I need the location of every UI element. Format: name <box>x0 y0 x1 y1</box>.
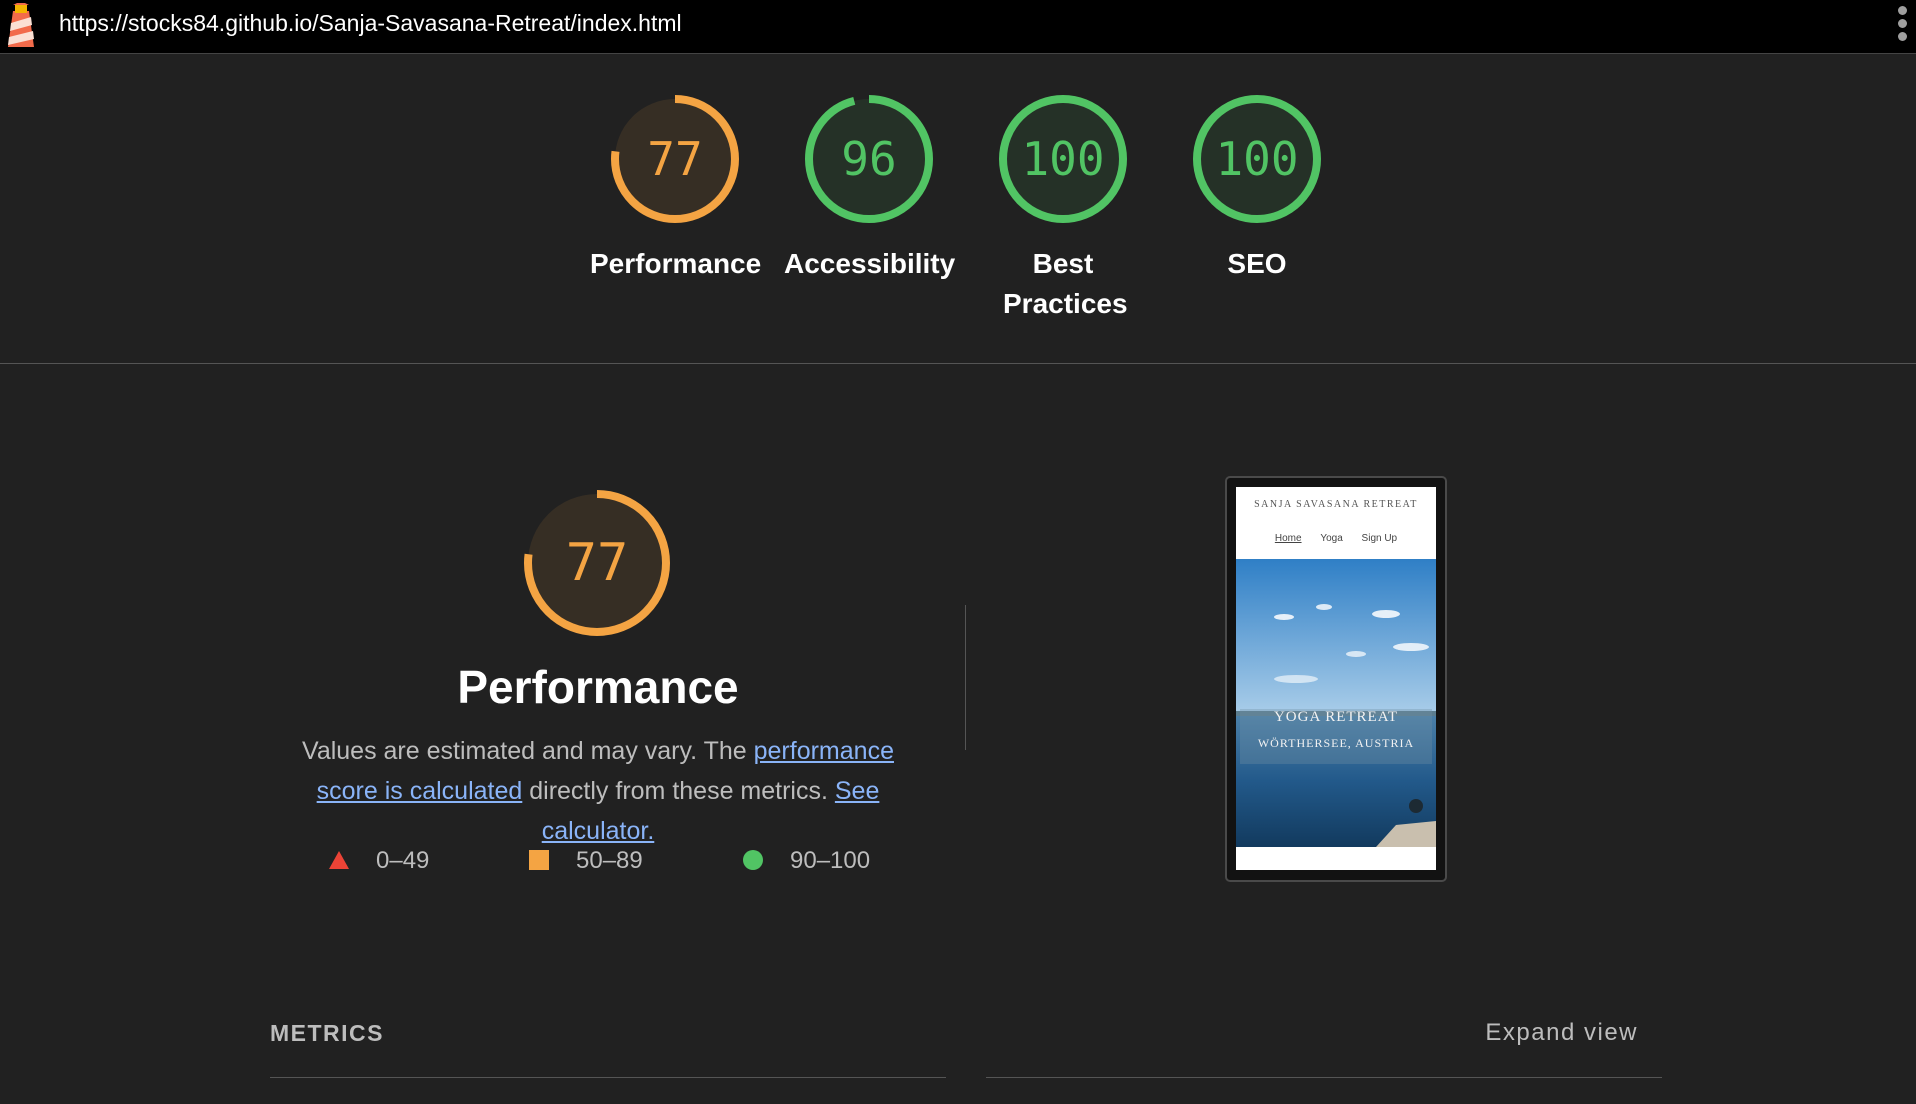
metrics-divider-right <box>986 1077 1662 1078</box>
vertical-divider <box>965 605 966 750</box>
site-title: SANJA SAVASANA RETREAT <box>1254 499 1418 510</box>
hero-subheading: WÖRTHERSEE, AUSTRIA <box>1257 736 1415 750</box>
legend-pass-range: 90–100 <box>790 847 871 874</box>
mobile-screenshot: SANJA SAVASANA RETREAT Home Yoga Sign Up <box>1236 487 1436 870</box>
site-nav-signup: Sign Up <box>1361 533 1398 544</box>
seo-label: SEO <box>1227 248 1287 279</box>
page-screenshot-thumbnail[interactable]: SANJA SAVASANA RETREAT Home Yoga Sign Up <box>1225 476 1447 882</box>
seo-score: 100 <box>1215 132 1299 186</box>
lake-photo <box>1236 559 1436 847</box>
score-seo[interactable]: 100 SEO <box>1172 92 1342 284</box>
square-icon <box>529 850 549 870</box>
description-text: Values are estimated and may vary. The <box>302 737 754 765</box>
performance-description: Values are estimated and may vary. The p… <box>270 731 926 851</box>
expand-view-button[interactable]: Expand view <box>1485 1019 1638 1047</box>
section-divider <box>0 363 1916 364</box>
performance-score: 77 <box>647 132 703 186</box>
score-performance[interactable]: 77 Performance <box>590 92 762 284</box>
hero-heading: YOGA RETREAT <box>1273 709 1399 725</box>
performance-big-score: 77 <box>565 533 629 593</box>
performance-title: Performance <box>457 661 739 713</box>
score-best-practices[interactable]: 100 Best Practices <box>978 92 1148 324</box>
description-text-2: directly from these metrics. <box>522 777 835 805</box>
more-menu-icon[interactable] <box>1896 6 1908 42</box>
accessibility-score: 96 <box>841 132 897 186</box>
accessibility-label: Accessibility <box>784 248 956 279</box>
site-nav-home: Home <box>1274 533 1302 544</box>
hero-text: YOGA RETREAT WÖRTHERSEE, AUSTRIA <box>1236 709 1436 751</box>
site-nav: Home Yoga Sign Up <box>1236 533 1436 544</box>
site-header: SANJA SAVASANA RETREAT Home Yoga Sign Up <box>1236 487 1436 559</box>
performance-gauge: 77 <box>608 92 742 226</box>
metrics-divider-left <box>270 1077 946 1078</box>
accessibility-gauge: 96 <box>802 92 936 226</box>
metrics-heading: METRICS <box>270 1020 384 1046</box>
circle-icon <box>743 850 763 870</box>
score-accessibility[interactable]: 96 Accessibility <box>784 92 956 284</box>
legend-fail-range: 0–49 <box>376 847 430 874</box>
page-url[interactable]: https://stocks84.github.io/Sanja-Savasan… <box>59 10 682 37</box>
site-nav-yoga: Yoga <box>1320 533 1343 544</box>
address-bar: https://stocks84.github.io/Sanja-Savasan… <box>0 0 1916 54</box>
best-practices-gauge: 100 <box>996 92 1130 226</box>
lighthouse-logo-icon <box>8 3 34 47</box>
best-practices-score: 100 <box>1021 132 1105 186</box>
seo-gauge: 100 <box>1190 92 1324 226</box>
triangle-icon <box>329 851 349 869</box>
performance-label: Performance <box>590 248 762 279</box>
performance-big-gauge: 77 <box>521 487 673 639</box>
best-practices-label: Best Practices <box>1003 248 1128 319</box>
site-hero-image: YOGA RETREAT WÖRTHERSEE, AUSTRIA <box>1236 559 1436 847</box>
legend-average-range: 50–89 <box>576 847 643 874</box>
